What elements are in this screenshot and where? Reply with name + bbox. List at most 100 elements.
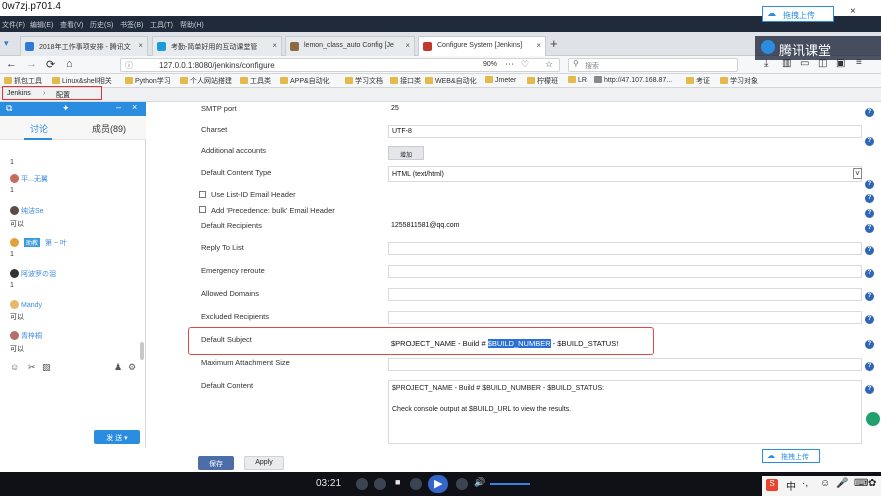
volume-icon[interactable]: 🔊 (474, 477, 485, 488)
reply-to-field[interactable] (388, 242, 862, 255)
sender-name[interactable]: 纯洁Se (21, 208, 44, 215)
sender-name[interactable]: 青梓桐 (21, 333, 42, 340)
charset-field[interactable]: UTF-8 (388, 125, 862, 138)
chat-scrollbar[interactable] (140, 342, 144, 360)
bookmark-item[interactable]: WEB&自动化 (425, 76, 477, 86)
close-icon[interactable]: × (405, 41, 410, 50)
menu-view[interactable]: 查看(V) (60, 20, 83, 30)
sender-name[interactable]: Mandy (21, 302, 42, 309)
zoom-level[interactable]: 90% (483, 61, 497, 68)
chevron-down-icon[interactable]: ˅ (853, 168, 862, 179)
sender-name[interactable]: 阿波罗の泪 (21, 271, 56, 278)
forward-icon[interactable]: → (26, 58, 37, 70)
recipients-field[interactable]: 1255811581@qq.com (388, 220, 862, 233)
search-input[interactable]: ⚲ 搜索 (568, 58, 738, 72)
bookmark-item[interactable]: 工具类 (240, 76, 271, 86)
menu-tools[interactable]: 工具(T) (150, 20, 173, 30)
page-actions-icon[interactable]: ⋯ (505, 59, 514, 70)
content-type-select[interactable]: HTML (text/html) (388, 166, 862, 182)
precedence-checkbox[interactable] (199, 206, 206, 213)
bookmark-item[interactable]: 学习对象 (720, 76, 758, 86)
emoji-icon[interactable]: ☺ (10, 362, 19, 372)
url-bar[interactable]: ⓘ 127.0.0.1:8080/jenkins/configure 90% ⋯… (120, 58, 560, 72)
help-icon[interactable]: ? (865, 340, 874, 349)
menu-file[interactable]: 文件(F) (2, 20, 25, 30)
bookmark-item[interactable]: Linux&shell相关 (52, 76, 112, 86)
ime-mode[interactable]: 中 (786, 478, 796, 493)
help-icon[interactable]: ? (865, 315, 874, 324)
send-button[interactable]: 发 送 ▾ (94, 430, 140, 444)
help-icon[interactable]: ? (865, 209, 874, 218)
apply-button[interactable]: Apply (244, 456, 284, 470)
menu-bookmarks[interactable]: 书签(B) (120, 20, 143, 30)
bookmark-item[interactable]: 接口类 (390, 76, 421, 86)
mic-icon[interactable]: 🎤 (836, 478, 848, 489)
emergency-field[interactable] (388, 265, 862, 278)
bookmark-item[interactable]: APP&自动化 (280, 76, 330, 86)
allowed-domains-field[interactable] (388, 288, 862, 301)
pin-icon[interactable]: ✦ (62, 103, 70, 114)
bookmark-item[interactable]: 抓包工具 (4, 76, 42, 86)
settings-icon[interactable]: ⚙ (128, 362, 136, 373)
menu-help[interactable]: 帮助(H) (180, 20, 204, 30)
tab-2[interactable]: 考勤-简单好用的互动课堂管 × (152, 36, 282, 56)
bookmark-item[interactable]: 柠檬班 (527, 76, 558, 86)
bookmark-item[interactable]: 考证 (686, 76, 710, 86)
help-icon[interactable]: ? (865, 180, 874, 189)
scissors-icon[interactable]: ✂ (28, 362, 36, 373)
bookmark-item[interactable]: Python学习 (125, 76, 171, 86)
help-icon[interactable]: ? (865, 385, 874, 394)
help-icon[interactable]: ? (865, 224, 874, 233)
step-back-icon[interactable] (410, 478, 422, 490)
tab-list-icon[interactable]: ▾ (4, 38, 9, 49)
prev-icon[interactable] (374, 478, 386, 490)
tab-discussion[interactable]: 讨论 (30, 122, 48, 135)
help-icon[interactable]: ? (865, 362, 874, 371)
skin-icon[interactable]: ✿ (868, 478, 876, 489)
add-account-button[interactable]: 增加 (388, 146, 424, 160)
tab-1[interactable]: 2018年工作事项安排 - 腾讯文 × (20, 36, 148, 56)
stop-icon[interactable]: ■ (395, 477, 400, 487)
new-tab-icon[interactable]: + (550, 36, 558, 51)
help-icon[interactable]: ? (865, 292, 874, 301)
bookmark-item[interactable]: http://47.107.168.87... (594, 76, 672, 84)
sender-name[interactable]: 平...无翼 (21, 176, 48, 183)
play-button[interactable]: ▶ (428, 475, 448, 493)
pocket-icon[interactable]: ♡ (521, 59, 529, 70)
help-icon[interactable]: ? (865, 194, 874, 203)
tab-3[interactable]: lemon_class_auto Config [Je × (285, 36, 415, 56)
bookmark-item[interactable]: 学习文档 (345, 76, 383, 86)
excluded-field[interactable] (388, 311, 862, 324)
emoji-icon[interactable]: ☺ (820, 478, 830, 489)
help-icon[interactable]: ? (865, 137, 874, 146)
list-id-checkbox[interactable] (199, 191, 206, 198)
star-icon[interactable]: ☆ (545, 59, 553, 70)
content-textarea[interactable]: $PROJECT_NAME - Build # $BUILD_NUMBER - … (388, 380, 862, 444)
float-widget-icon[interactable] (866, 412, 880, 426)
drag-upload-button[interactable]: ☁ 拖拽上传 (762, 449, 820, 463)
tab-4-active[interactable]: Configure System [Jenkins] × (418, 36, 546, 56)
bookmark-item[interactable]: LR (568, 76, 587, 84)
close-icon[interactable]: × (850, 6, 856, 17)
keyboard-icon[interactable]: ⌨ (854, 478, 868, 489)
menu-edit[interactable]: 编辑(E) (30, 20, 53, 30)
minimize-icon[interactable]: – (116, 102, 121, 112)
smtp-port-field[interactable]: 25 (388, 103, 862, 116)
back-icon[interactable]: ← (6, 58, 17, 70)
punctuation-icon[interactable]: ·, (802, 478, 808, 489)
sogou-icon[interactable]: S (766, 479, 778, 491)
help-icon[interactable]: ? (865, 246, 874, 255)
reload-icon[interactable]: ⟳ (46, 58, 55, 71)
forward-step-icon[interactable] (456, 478, 468, 490)
help-icon[interactable]: ? (865, 269, 874, 278)
bookmark-item[interactable]: 个人网站搭建 (180, 76, 232, 86)
members-icon[interactable]: ♟ (114, 362, 122, 373)
help-icon[interactable]: ? (865, 108, 874, 117)
close-icon[interactable]: × (138, 41, 143, 50)
bookmark-item[interactable]: Jmeter (485, 76, 516, 84)
image-icon[interactable]: ▨ (42, 362, 51, 373)
close-icon[interactable]: × (132, 102, 137, 112)
menu-history[interactable]: 历史(S) (90, 20, 113, 30)
close-icon[interactable]: × (272, 41, 277, 50)
max-attach-field[interactable] (388, 358, 862, 371)
